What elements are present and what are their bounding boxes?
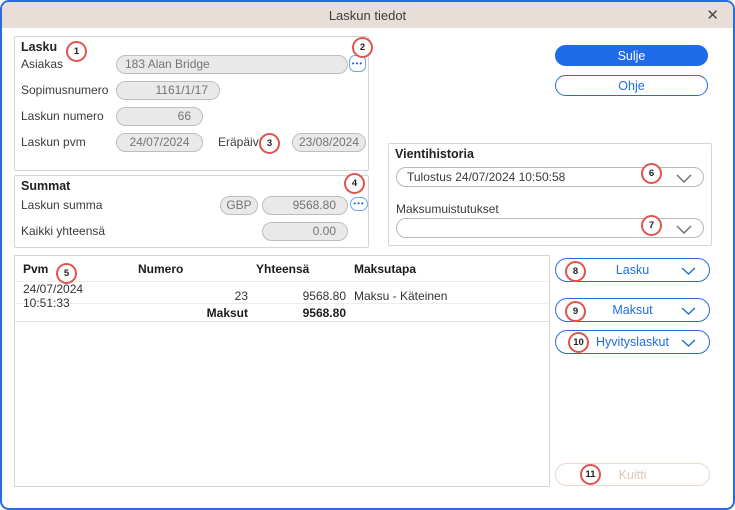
export-history-group: Vientihistoria Tulostus 24/07/2024 10:50… — [388, 143, 712, 246]
help-button[interactable]: Ohje — [555, 75, 708, 96]
invoice-number-label: Laskun numero — [21, 109, 104, 123]
invoice-sum-field: 9568.80 — [262, 196, 348, 215]
annotation-circle-1: 1 — [66, 41, 87, 62]
payments-table: Pvm Numero Yhteensä Maksutapa 24/07/2024… — [14, 255, 550, 487]
customer-field: 183 Alan Bridge — [116, 55, 348, 74]
receipt-button: Kuitti — [555, 463, 710, 486]
credit-notes-menu-label: Hyvityslaskut — [596, 335, 669, 349]
summary-label: Maksut — [130, 306, 248, 320]
invoice-sum-label: Laskun summa — [21, 198, 102, 212]
annotation-circle-11: 11 — [580, 464, 601, 485]
annotation-circle-4: 4 — [344, 173, 365, 194]
invoice-date-label: Laskun pvm — [21, 135, 86, 149]
invoice-menu-label: Lasku — [616, 263, 649, 277]
chevron-down-icon — [676, 174, 692, 183]
annotation-circle-2: 2 — [352, 37, 373, 58]
due-date-field: 23/08/2024 — [292, 133, 366, 152]
customer-label: Asiakas — [21, 57, 63, 71]
annotation-circle-6: 6 — [641, 163, 662, 184]
export-history-selected: Tulostus 24/07/2024 10:50:58 — [407, 170, 565, 184]
invoice-date-field: 24/07/2024 — [116, 133, 203, 152]
totals-group-title: Summat — [21, 179, 70, 193]
table-row[interactable]: 24/07/2024 10:51:33 23 9568.80 Maksu - K… — [15, 282, 549, 304]
annotation-circle-9: 9 — [565, 301, 586, 322]
chevron-down-icon — [681, 339, 696, 347]
titlebar: Laskun tiedot ✕ — [2, 2, 733, 28]
grand-total-field: 0.00 — [262, 222, 348, 241]
contract-number-field: 1161/1/17 — [116, 81, 220, 100]
payment-reminders-label: Maksumuistutukset — [396, 202, 499, 216]
header-yhteensa: Yhteensä — [248, 262, 346, 276]
cell-maksutapa: Maksu - Käteinen — [346, 289, 549, 303]
close-button[interactable]: Sulje — [555, 45, 708, 66]
cell-yhteensa: 9568.80 — [248, 289, 346, 303]
payments-menu-label: Maksut — [612, 303, 652, 317]
dialog-title: Laskun tiedot — [329, 8, 406, 23]
invoice-number-field: 66 — [116, 107, 203, 126]
close-icon[interactable]: ✕ — [706, 2, 719, 28]
annotation-circle-8: 8 — [565, 261, 586, 282]
chevron-down-icon — [681, 307, 696, 315]
header-numero: Numero — [130, 262, 248, 276]
annotation-circle-7: 7 — [641, 215, 662, 236]
annotation-circle-5: 5 — [56, 263, 77, 284]
currency-field: GBP — [220, 196, 258, 215]
header-maksutapa: Maksutapa — [346, 262, 549, 276]
annotation-circle-3: 3 — [259, 133, 280, 154]
totals-group: Summat Laskun summa GBP 9568.80 ••• Kaik… — [14, 175, 369, 248]
sum-lookup-button[interactable]: ••• — [350, 197, 368, 211]
chevron-down-icon — [681, 267, 696, 275]
annotation-circle-10: 10 — [568, 332, 589, 353]
cell-pvm: 24/07/2024 10:51:33 — [15, 282, 130, 310]
grand-total-label: Kaikki yhteensä — [21, 224, 105, 238]
cell-numero: 23 — [130, 289, 248, 303]
export-history-title: Vientihistoria — [395, 147, 474, 161]
chevron-down-icon — [676, 225, 692, 234]
contract-number-label: Sopimusnumero — [21, 83, 108, 97]
summary-value: 9568.80 — [248, 306, 346, 320]
invoice-details-dialog: Laskun tiedot ✕ Lasku Asiakas 183 Alan B… — [0, 0, 735, 510]
invoice-group-title: Lasku — [21, 40, 57, 54]
table-header-row: Pvm Numero Yhteensä Maksutapa — [15, 256, 549, 282]
